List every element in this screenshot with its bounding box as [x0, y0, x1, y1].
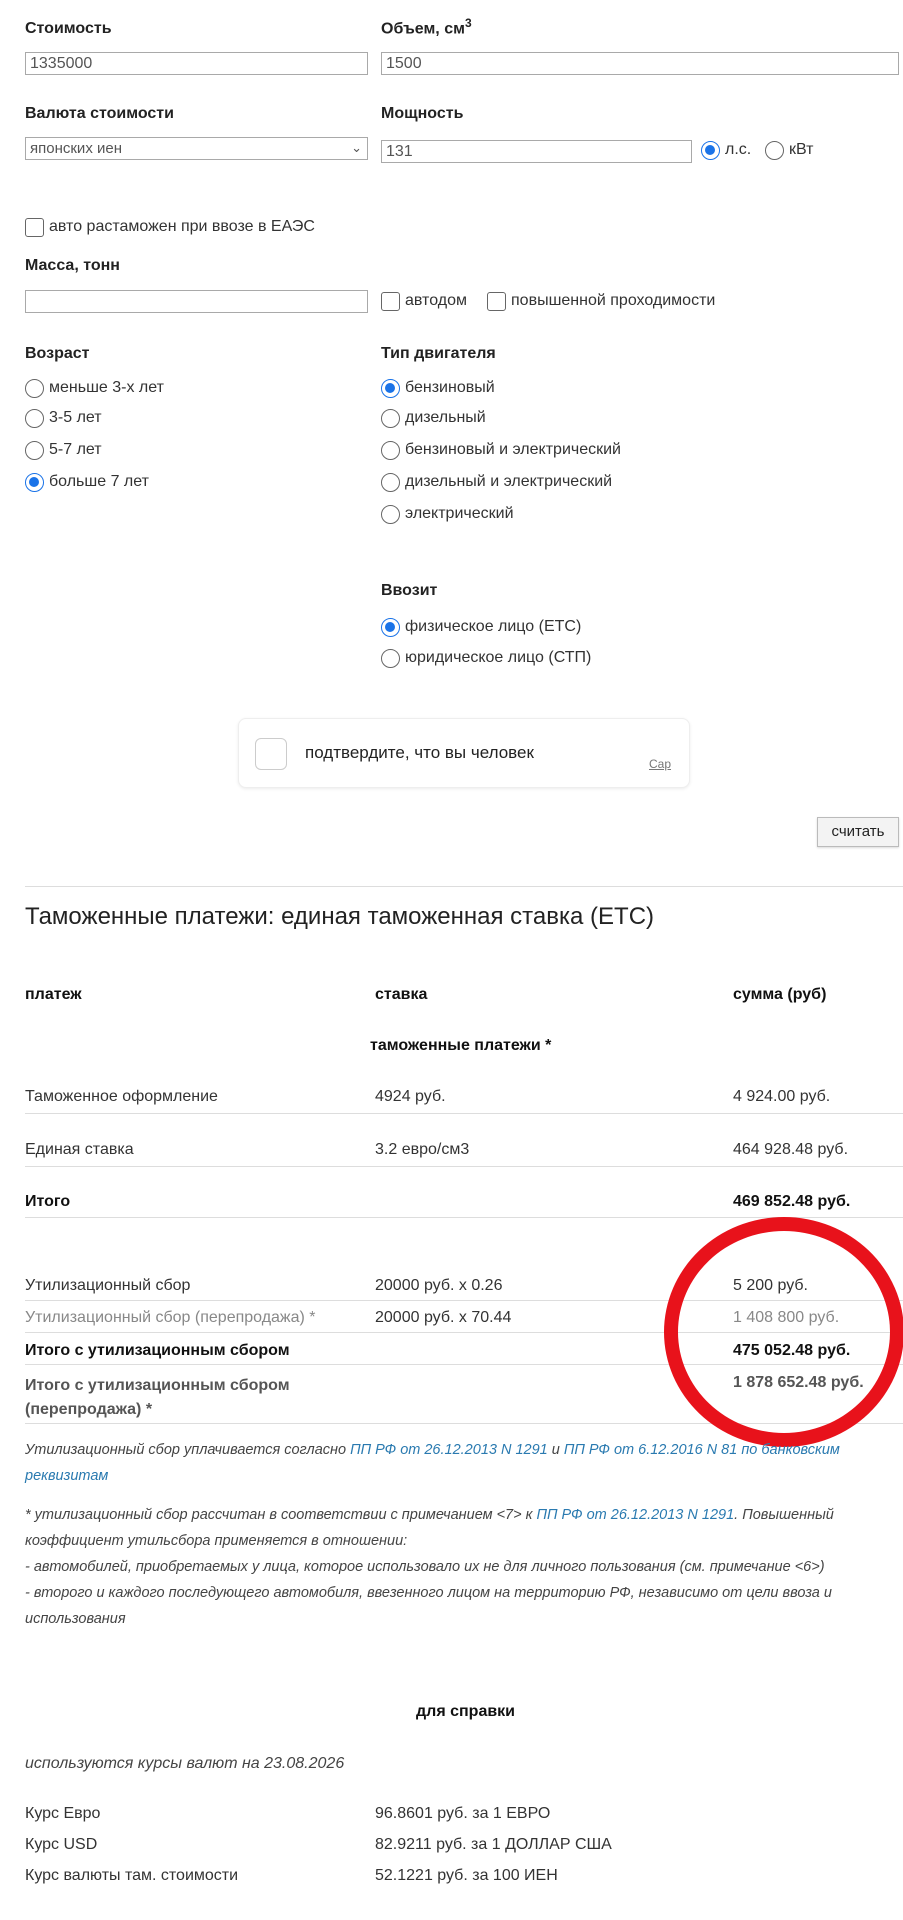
importer-radio-1[interactable]: юридическое лицо (СТП) [381, 648, 591, 668]
col-header-rate: ставка [375, 986, 428, 1003]
col-header-payment: платеж [25, 986, 82, 1003]
table-row-sum: 4 924.00 руб. [733, 1088, 831, 1105]
radio-icon [701, 140, 720, 160]
radio-icon [381, 472, 400, 492]
util-row-rate: 20000 руб. x 0.26 [375, 1277, 503, 1294]
table-row-payment: Таможенное оформление [25, 1088, 218, 1105]
currency-select[interactable]: японских иен ⌄ [25, 137, 368, 160]
mass-input[interactable] [25, 290, 368, 313]
captcha-checkbox[interactable] [255, 738, 287, 770]
cost-input[interactable]: 1335000 [25, 52, 368, 75]
age-radio-1[interactable]: 3-5 лет [25, 408, 102, 428]
total-util-label: Итого с утилизационным сбором [25, 1342, 290, 1359]
currency-label: Валюта стоимости [25, 105, 174, 122]
radio-icon [381, 648, 400, 668]
divider [25, 886, 903, 887]
rate-label: Курс Евро [25, 1805, 101, 1822]
engine-radio-4[interactable]: электрический [381, 504, 514, 524]
util-resale-row-payment: Утилизационный сбор (перепродажа) * [25, 1309, 316, 1326]
rate-label: Курс USD [25, 1836, 98, 1853]
rate-value: 52.1221 руб. за 100 ИЕН [375, 1867, 558, 1884]
table-row-payment: Единая ставка [25, 1141, 134, 1158]
offroad-checkbox[interactable]: повышенной проходимости [487, 291, 715, 311]
cost-label: Стоимость [25, 20, 112, 37]
radio-icon [381, 617, 400, 637]
radio-icon [25, 472, 44, 492]
power-label: Мощность [381, 105, 464, 122]
engine-radio-0[interactable]: бензиновый [381, 378, 495, 398]
age-label: Возраст [25, 345, 90, 362]
decree-1291-link[interactable]: ПП РФ от 26.12.2013 N 1291 [350, 1442, 548, 1458]
decree-1291-link-2[interactable]: ПП РФ от 26.12.2013 N 1291 [537, 1507, 735, 1523]
engine-label: Тип двигателя [381, 345, 496, 362]
requisites-link[interactable]: реквизитам [25, 1468, 108, 1484]
captcha-text: подтвердите, что вы человек [305, 743, 534, 762]
radio-icon [381, 440, 400, 460]
reference-title: для справки [416, 1703, 516, 1720]
checkbox-icon [25, 217, 44, 237]
calculate-button[interactable]: считать [817, 817, 899, 847]
table-row-sum: 464 928.48 руб. [733, 1141, 849, 1158]
total-label: Итого [25, 1193, 71, 1210]
power-unit-hp-radio[interactable]: л.с. [701, 140, 751, 160]
captcha-brand-link[interactable]: Cap [649, 757, 671, 771]
coefficient-note: * утилизационный сбор рассчитан в соотве… [25, 1507, 834, 1627]
total-sum: 469 852.48 руб. [733, 1193, 851, 1210]
captcha-widget: подтвердите, что вы человек Cap [238, 718, 690, 788]
results-title: Таможенные платежи: единая таможенная ст… [25, 903, 655, 930]
eaes-checkbox[interactable]: авто растаможен при ввозе в ЕАЭС [25, 217, 315, 237]
util-resale-row-rate: 20000 руб. x 70.44 [375, 1309, 512, 1326]
rate-value: 96.8601 руб. за 1 ЕВРО [375, 1805, 551, 1822]
col-header-sum: сумма (руб) [733, 986, 827, 1003]
radio-icon [381, 408, 400, 428]
rate-label: Курс валюты там. стоимости [25, 1867, 239, 1884]
age-radio-3[interactable]: больше 7 лет [25, 472, 149, 492]
section-title: таможенные платежи * [370, 1037, 552, 1054]
importer-label: Ввозит [381, 582, 438, 599]
table-row-rate: 4924 руб. [375, 1088, 446, 1105]
rate-value: 82.9211 руб. за 1 ДОЛЛАР США [375, 1836, 612, 1853]
age-radio-2[interactable]: 5-7 лет [25, 440, 102, 460]
engine-radio-3[interactable]: дизельный и электрический [381, 472, 612, 492]
row-divider [25, 1113, 903, 1114]
radio-icon [381, 504, 400, 524]
radio-icon [25, 440, 44, 460]
highlight-circle [664, 1217, 903, 1447]
age-radio-0[interactable]: меньше 3-х лет [25, 378, 164, 398]
total-util-resale-label: Итого с утилизационным сбором (перепрода… [25, 1377, 290, 1418]
volume-label: Объем, см3 [381, 16, 472, 38]
row-divider [25, 1166, 903, 1167]
rates-date: используются курсы валют на 23.08.2026 [25, 1755, 345, 1772]
table-row-rate: 3.2 евро/см3 [375, 1141, 470, 1158]
engine-radio-1[interactable]: дизельный [381, 408, 486, 428]
radio-icon [25, 378, 44, 398]
chevron-down-icon: ⌄ [351, 140, 362, 155]
util-fee-note: Утилизационный сбор уплачивается согласн… [25, 1442, 840, 1484]
checkbox-icon [487, 291, 506, 311]
mass-label: Масса, тонн [25, 257, 120, 274]
power-unit-kw-radio[interactable]: кВт [765, 140, 813, 160]
radio-icon [381, 378, 400, 398]
engine-radio-2[interactable]: бензиновый и электрический [381, 440, 621, 460]
radio-icon [25, 408, 44, 428]
volume-input[interactable]: 1500 [381, 52, 899, 75]
decree-81-link[interactable]: ПП РФ от 6.12.2016 N 81 по банковским [564, 1442, 840, 1458]
power-input[interactable]: 131 [381, 140, 692, 163]
radio-icon [765, 140, 784, 160]
importer-radio-0[interactable]: физическое лицо (ЕТС) [381, 617, 581, 637]
autohome-checkbox[interactable]: автодом [381, 291, 467, 311]
util-row-payment: Утилизационный сбор [25, 1277, 191, 1294]
checkbox-icon [381, 291, 400, 311]
